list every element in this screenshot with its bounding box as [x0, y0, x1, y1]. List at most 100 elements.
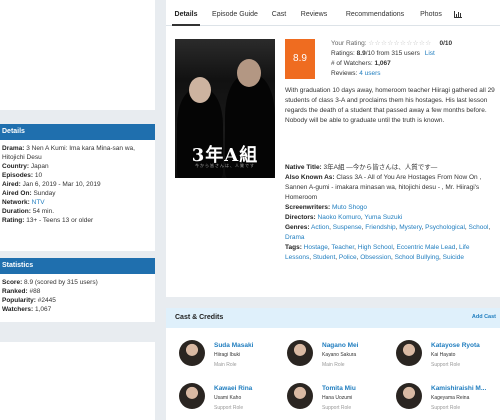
details-card: Details Drama: 3 Nen A Kumi: Ima kara Mi…	[0, 124, 155, 251]
cast-role: Main Role	[214, 362, 237, 368]
directors-row: Directors: Naoko Komuro, Yuma Suzuki	[285, 214, 403, 221]
statistics-header: Statistics	[0, 258, 155, 274]
cast-name[interactable]: Nagano Mei	[322, 342, 358, 349]
avatar[interactable]	[287, 383, 313, 409]
screenwriter-link[interactable]: Muto Shogo	[332, 204, 367, 211]
add-cast-link[interactable]: Add Cast	[472, 314, 496, 320]
details-row: Aired On: Sunday	[2, 190, 56, 197]
tag-link[interactable]: Student	[313, 254, 335, 261]
screenwriters-row: Screenwriters: Muto Shogo	[285, 204, 368, 211]
genre-link[interactable]: School	[469, 224, 489, 231]
show-info: Native Title: 3年A組 ―今から皆さんは、人質です― Also K…	[285, 163, 495, 263]
avatar[interactable]	[179, 340, 205, 366]
genre-link[interactable]: Drama	[285, 234, 305, 241]
details-row: Aired: Jan 6, 2019 - Mar 10, 2019	[2, 181, 101, 188]
tab-statistics[interactable]	[452, 0, 464, 26]
tag-link[interactable]: High School	[358, 244, 393, 251]
cast-member[interactable]: Nagano Mei Kayano Sakura Main Role	[287, 340, 397, 376]
tag-link[interactable]: Suicide	[443, 254, 464, 261]
cast-role: Support Role	[431, 405, 461, 411]
cast-character: Kai Hayato	[431, 352, 456, 358]
score-badge: 8.9	[285, 39, 315, 79]
tag-link[interactable]: Teacher	[331, 244, 354, 251]
cast-character: Usami Kaho	[214, 395, 242, 401]
cast-title: Cast & Credits	[175, 314, 224, 321]
tag-link[interactable]: School Bullying	[395, 254, 439, 261]
cast-credits-card: Cast & Credits Add Cast Suda Masaki Hiir…	[166, 308, 500, 420]
main-card: Details Episode Guide Cast Reviews Recom…	[166, 0, 500, 297]
cast-member[interactable]: Katayose Ryota Kai Hayato Support Role	[396, 340, 500, 376]
stat-row: Ranked: #88	[2, 288, 41, 295]
tag-link[interactable]: Police	[339, 254, 357, 261]
left-sidebar: Details Drama: 3 Nen A Kumi: Ima kara Mi…	[0, 0, 155, 420]
aka-row: Also Known As: Class 3A - All of You Are…	[285, 174, 482, 201]
tag-link[interactable]: Hostage	[304, 244, 328, 251]
poster-subtitle: 今から皆さんは、人質です	[195, 163, 255, 168]
cast-name[interactable]: Kawaei Rina	[214, 385, 252, 392]
left-top-card	[0, 0, 155, 110]
tab-details[interactable]: Details	[172, 0, 200, 26]
cast-member[interactable]: Tomita Miu Hana Uozumi Support Role	[287, 383, 397, 419]
statistics-body: Score: 8.9 (scored by 315 users) Ranked:…	[0, 274, 155, 318]
reviews-link[interactable]: 4 users	[359, 70, 380, 77]
genre-link[interactable]: Action	[311, 224, 329, 231]
cast-name[interactable]: Katayose Ryota	[431, 342, 480, 349]
genres-row: Genres: Action, Suspense, Friendship, My…	[285, 224, 491, 241]
cast-name[interactable]: Suda Masaki	[214, 342, 253, 349]
cast-character: Hana Uozumi	[322, 395, 353, 401]
cast-member[interactable]: Kawaei Rina Usami Kaho Support Role	[179, 383, 289, 419]
network-link[interactable]: NTV	[32, 199, 45, 206]
tab-cast[interactable]: Cast	[269, 0, 289, 26]
cast-member[interactable]: Kamishiraishi M... Kageyama Reina Suppor…	[396, 383, 500, 419]
tag-link[interactable]: Eccentric Male Lead	[396, 244, 455, 251]
director-link[interactable]: Yuma Suzuki	[364, 214, 402, 221]
cast-role: Support Role	[322, 405, 352, 411]
details-row: Rating: 13+ - Teens 13 or older	[2, 217, 94, 224]
details-row: Country: Japan	[2, 163, 49, 170]
cast-role: Support Role	[214, 405, 244, 411]
genre-link[interactable]: Mystery	[399, 224, 421, 231]
cast-header: Cast & Credits Add Cast	[166, 308, 500, 328]
native-title-row: Native Title: 3年A組 ―今から皆さんは、人質です―	[285, 164, 438, 171]
bar-chart-icon	[454, 11, 462, 18]
cast-role: Support Role	[431, 362, 461, 368]
cast-member[interactable]: Suda Masaki Hiiragi Ibuki Main Role	[179, 340, 289, 376]
details-header: Details	[0, 124, 155, 140]
poster-face-left	[189, 77, 211, 103]
genre-link[interactable]: Friendship	[365, 224, 395, 231]
stat-row: Popularity: #2445	[2, 297, 56, 304]
poster-face-right	[237, 59, 261, 87]
cast-character: Kageyama Reina	[431, 395, 470, 401]
left-bottom-card	[0, 342, 155, 420]
tab-reviews[interactable]: Reviews	[298, 0, 330, 26]
genre-link[interactable]: Suspense	[333, 224, 362, 231]
tags-row: Tags: Hostage, Teacher, High School, Ecc…	[285, 244, 470, 261]
details-body: Drama: 3 Nen A Kumi: Ima kara Mina-san w…	[0, 140, 155, 229]
right-content: Details Episode Guide Cast Reviews Recom…	[166, 0, 500, 420]
cast-name[interactable]: Kamishiraishi M...	[431, 385, 486, 392]
genre-link[interactable]: Psychological	[425, 224, 465, 231]
details-row: Episodes: 10	[2, 172, 43, 179]
cast-character: Hiiragi Ibuki	[214, 352, 241, 358]
avatar[interactable]	[396, 340, 422, 366]
reviews-row: Reviews: 4 users	[331, 70, 381, 77]
poster-image: 3年A組 今から皆さんは、人質です	[175, 39, 275, 178]
tab-recommendations[interactable]: Recommendations	[340, 0, 410, 26]
cast-name[interactable]: Tomita Miu	[322, 385, 356, 392]
avatar[interactable]	[396, 383, 422, 409]
details-row: Duration: 54 min.	[2, 208, 55, 215]
avatar[interactable]	[179, 383, 205, 409]
tab-bar: Details Episode Guide Cast Reviews Recom…	[166, 0, 500, 26]
stat-row: Watchers: 1,067	[2, 306, 52, 313]
stat-row: Score: 8.9 (scored by 315 users)	[2, 279, 98, 286]
director-link[interactable]: Naoko Komuro	[318, 214, 361, 221]
list-link[interactable]: List	[425, 50, 435, 57]
avatar[interactable]	[287, 340, 313, 366]
rating-stars[interactable]: ☆☆☆☆☆☆☆☆☆☆	[368, 40, 431, 47]
cast-role: Main Role	[322, 362, 345, 368]
tab-photos[interactable]: Photos	[417, 0, 445, 26]
your-rating-row: Your Rating: ☆☆☆☆☆☆☆☆☆☆ 0/10	[331, 40, 453, 47]
tab-episode-guide[interactable]: Episode Guide	[208, 0, 262, 26]
tag-link[interactable]: Obsession	[360, 254, 391, 261]
statistics-card: Statistics Score: 8.9 (scored by 315 use…	[0, 258, 155, 322]
